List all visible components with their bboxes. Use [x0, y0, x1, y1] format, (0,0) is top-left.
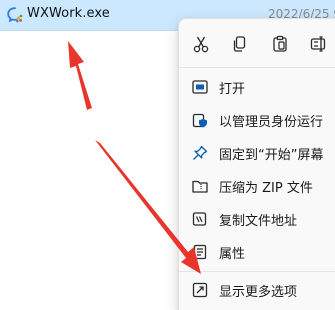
- menu-separator: [179, 271, 335, 272]
- open-icon: [191, 78, 209, 96]
- arrow-to-file: [68, 41, 92, 110]
- copy-path-icon: [191, 210, 209, 228]
- scissors-icon: [193, 36, 209, 53]
- menu-item-label: 显示更多选项: [219, 285, 298, 300]
- wxwork-app-icon: [6, 6, 24, 24]
- menu-item-open[interactable]: 打开: [183, 72, 335, 102]
- quick-actions-bar: [179, 27, 335, 63]
- menu-item-label: 属性: [219, 247, 246, 262]
- menu-item-compress-zip[interactable]: 压缩为 ZIP 文件: [183, 171, 335, 201]
- properties-icon: [191, 243, 209, 261]
- copy-icon: [233, 36, 246, 52]
- menu-item-label: 以管理员身份运行: [219, 115, 324, 130]
- menu-item-label: 打开: [219, 82, 246, 97]
- more-options-icon: [191, 281, 209, 299]
- menu-item-run-as-admin[interactable]: 以管理员身份运行: [183, 105, 335, 135]
- zip-folder-icon: [191, 177, 209, 195]
- cut-button[interactable]: [188, 31, 214, 57]
- menu-item-copy-path[interactable]: 复制文件地址: [183, 204, 335, 234]
- clipboard-icon: [273, 35, 287, 52]
- rename-button[interactable]: [306, 31, 332, 57]
- file-name: WXWork.exe: [27, 6, 110, 21]
- screenshot-stage: WXWork.exe 2022/6/25 9:: [0, 0, 335, 310]
- menu-item-pin-to-start[interactable]: 固定到“开始”屏幕: [183, 138, 335, 168]
- copy-button[interactable]: [227, 31, 253, 57]
- context-menu: 打开 以管理员身份运行 固定到“开始”屏幕 压缩为 ZIP 文件 复制文件地址 …: [178, 18, 335, 310]
- paste-button[interactable]: [267, 31, 293, 57]
- shield-run-icon: [191, 111, 209, 129]
- menu-item-show-more-options[interactable]: 显示更多选项: [183, 275, 335, 305]
- menu-item-label: 复制文件地址: [219, 214, 298, 229]
- pin-icon: [191, 144, 209, 162]
- menu-separator: [179, 67, 335, 68]
- menu-item-properties[interactable]: 属性: [183, 237, 335, 267]
- menu-item-label: 固定到“开始”屏幕: [219, 148, 324, 163]
- rename-icon: [310, 36, 326, 52]
- menu-item-label: 压缩为 ZIP 文件: [219, 181, 313, 196]
